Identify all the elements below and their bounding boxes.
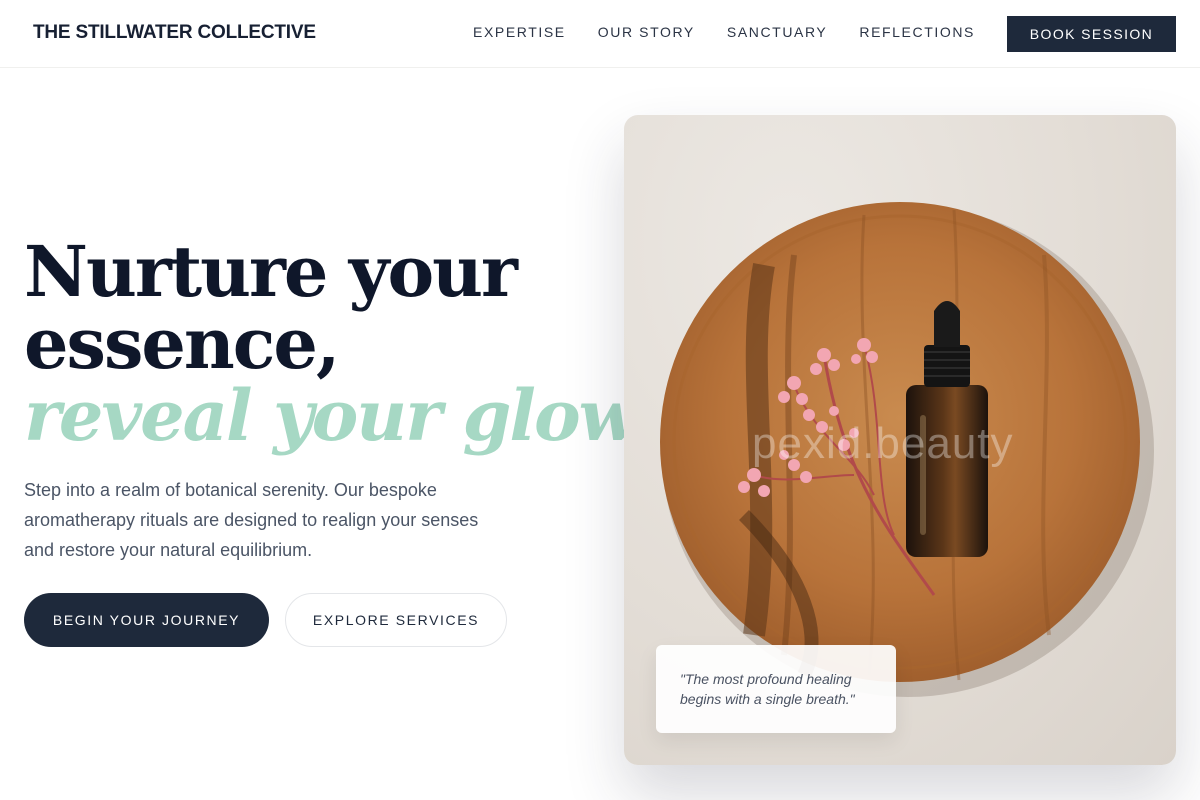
quote-text: "The most profound healing begins with a…	[680, 671, 855, 707]
quote-card: "The most profound healing begins with a…	[656, 645, 896, 733]
hero-title-accent: reveal your glow.	[24, 374, 654, 457]
begin-journey-button[interactable]: BEGIN YOUR JOURNEY	[24, 593, 269, 647]
hero-description: Step into a realm of botanical serenity.…	[24, 480, 479, 560]
nav-link-our-story[interactable]: OUR STORY	[598, 24, 695, 41]
hero-image: pexid.beauty "The most profound healing …	[624, 115, 1176, 765]
nav-links: EXPERTISE OUR STORY SANCTUARY REFLECTION…	[473, 24, 975, 41]
hero-title: Nurture your essence, reveal your glow.	[24, 230, 654, 457]
explore-services-button[interactable]: EXPLORE SERVICES	[285, 593, 507, 647]
hero-title-line-2: essence,	[24, 302, 340, 385]
top-nav: THE STILLWATER COLLECTIVE EXPERTISE OUR …	[0, 0, 1200, 68]
image-watermark: pexid.beauty	[752, 419, 1014, 468]
nav-link-expertise[interactable]: EXPERTISE	[473, 24, 566, 41]
book-session-button[interactable]: BOOK SESSION	[1007, 16, 1176, 52]
brand-logo[interactable]: THE STILLWATER COLLECTIVE	[33, 22, 316, 44]
hero-title-line-1: Nurture your	[24, 230, 518, 313]
nav-link-reflections[interactable]: REFLECTIONS	[859, 24, 975, 41]
nav-link-sanctuary[interactable]: SANCTUARY	[727, 24, 828, 41]
